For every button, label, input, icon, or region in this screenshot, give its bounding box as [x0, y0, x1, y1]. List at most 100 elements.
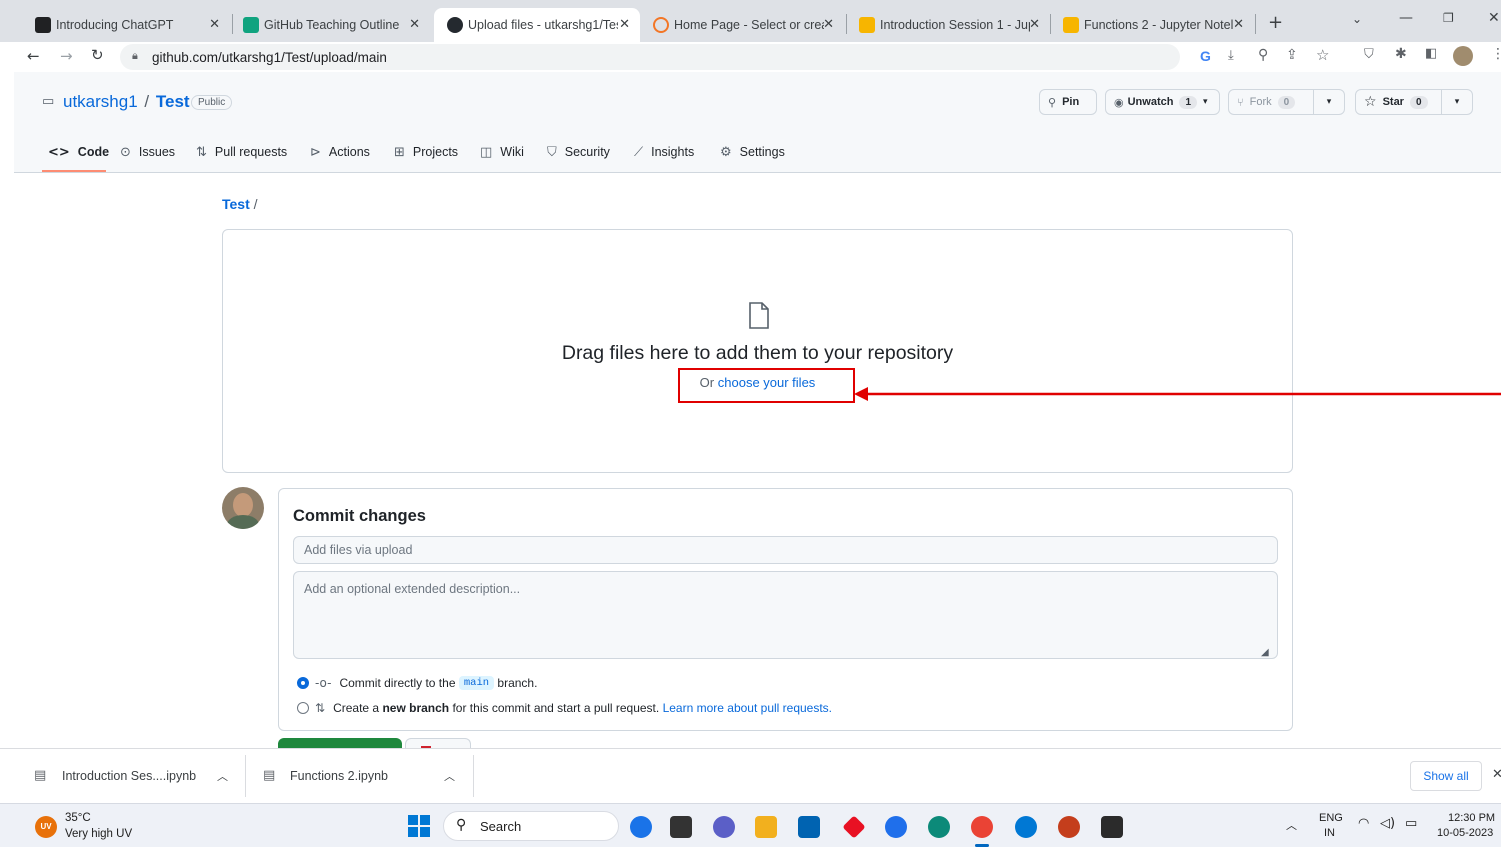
close-icon[interactable]: ✕: [209, 17, 220, 32]
pin-icon: ⚲: [1048, 95, 1057, 109]
reload-icon[interactable]: ↻: [91, 46, 104, 64]
radio-selected[interactable]: [297, 677, 309, 689]
language-region[interactable]: IN: [1324, 827, 1335, 839]
extensions-puzzle-icon[interactable]: ✱: [1395, 46, 1407, 62]
restore-icon[interactable]: ❐: [1443, 11, 1454, 25]
close-icon[interactable]: ✕: [1492, 767, 1501, 782]
radio-unselected[interactable]: [297, 702, 309, 714]
commit-summary-input[interactable]: [293, 536, 1278, 564]
commit-new-branch-option[interactable]: ⇅ Create a new branch for this commit an…: [297, 701, 832, 715]
download-item[interactable]: ▤ Introduction Ses....ipynb ︿: [0, 749, 245, 803]
install-icon[interactable]: ⤓: [1228, 48, 1234, 63]
side-panel-icon[interactable]: ◧: [1425, 46, 1437, 61]
powerpoint-icon[interactable]: [1058, 816, 1080, 838]
learn-more-link[interactable]: Learn more about pull requests.: [663, 701, 832, 715]
tab-upload-files[interactable]: Upload files - utkarshg1/Tes ✕: [434, 8, 640, 42]
tab-wiki[interactable]: ◫ Wiki: [480, 143, 524, 161]
tab-github-teaching-outline[interactable]: GitHub Teaching Outline ✕: [230, 8, 430, 42]
weather-badge[interactable]: UV: [35, 816, 57, 838]
close-window-icon[interactable]: ✕: [1488, 10, 1500, 26]
windows-start-icon[interactable]: [408, 815, 430, 837]
file-explorer-icon[interactable]: [755, 816, 777, 838]
tab-functions-2[interactable]: Functions 2 - Jupyter Notel ✕: [1050, 8, 1254, 42]
omnibox[interactable]: 🔒︎ github.com/utkarshg1/Test/upload/main…: [120, 44, 1329, 70]
file-drop-zone[interactable]: Drag files here to add them to your repo…: [222, 229, 1293, 473]
tab-code[interactable]: <> Code: [48, 143, 109, 161]
forward-icon[interactable]: →: [60, 47, 73, 65]
close-icon[interactable]: ✕: [619, 17, 630, 32]
teams-icon[interactable]: [713, 816, 735, 838]
clock-time[interactable]: 12:30 PM: [1448, 812, 1495, 824]
pin-button[interactable]: ⚲ Pin: [1039, 89, 1097, 115]
chevron-up-icon[interactable]: ︿: [217, 768, 228, 784]
share-icon[interactable]: ⇪: [1286, 47, 1298, 63]
lock-icon: 🔒︎: [132, 49, 138, 62]
zoom-icon[interactable]: ⚲: [1258, 47, 1268, 63]
fork-icon: ⑂: [1237, 95, 1244, 109]
new-tab-icon[interactable]: +: [1268, 12, 1283, 33]
commit-description-input[interactable]: [293, 571, 1278, 659]
repo-owner-link[interactable]: utkarshg1: [63, 92, 138, 111]
edge-icon[interactable]: [928, 816, 950, 838]
tab-actions[interactable]: ⊳ Actions: [310, 143, 370, 161]
tab-projects[interactable]: ⊞ Projects: [394, 143, 458, 161]
star-dropdown[interactable]: ▾: [1441, 89, 1473, 115]
tab-pull-requests[interactable]: ⇅ Pull requests: [196, 143, 287, 161]
tab-insights[interactable]: ⟋ Insights: [634, 143, 694, 161]
avatar: [222, 487, 264, 529]
volume-icon[interactable]: ◁): [1380, 816, 1395, 831]
profile-avatar[interactable]: [1453, 46, 1473, 66]
terminal-icon[interactable]: [1101, 816, 1123, 838]
chevron-up-icon[interactable]: ︿: [1286, 817, 1297, 833]
fork-dropdown[interactable]: ▾: [1313, 89, 1345, 115]
app-icon[interactable]: [842, 815, 866, 839]
close-icon[interactable]: ✕: [823, 17, 834, 32]
tab-issues[interactable]: ⊙ Issues: [120, 143, 175, 161]
chevron-up-icon[interactable]: ︿: [444, 768, 455, 784]
skype-icon[interactable]: [1015, 816, 1037, 838]
unwatch-button[interactable]: ◉ Unwatch 1 ▾: [1105, 89, 1220, 115]
gear-icon: ⚙: [720, 144, 732, 160]
clock-date[interactable]: 10-05-2023: [1437, 827, 1493, 839]
url-text[interactable]: github.com/utkarshg1/Test/upload/main: [152, 50, 387, 65]
tab-home-page[interactable]: Home Page - Select or crea ✕: [640, 8, 844, 42]
bing-icon[interactable]: [630, 816, 652, 838]
repo-name-link[interactable]: Test: [156, 92, 190, 111]
close-icon[interactable]: ✕: [409, 17, 420, 32]
weather-temp[interactable]: 35°C: [65, 812, 91, 824]
task-view-icon[interactable]: [670, 816, 692, 838]
chrome-icon[interactable]: [971, 816, 993, 838]
file-icon: ▤: [263, 768, 276, 783]
extension-shield-icon[interactable]: ⛉: [1364, 47, 1374, 62]
minimize-icon[interactable]: —: [1399, 10, 1413, 26]
breadcrumb-repo-link[interactable]: Test: [222, 196, 250, 212]
store-icon[interactable]: [798, 816, 820, 838]
tab-settings[interactable]: ⚙ Settings: [720, 143, 785, 161]
close-icon[interactable]: ✕: [1233, 17, 1244, 32]
tab-introduction-session[interactable]: Introduction Session 1 - Jup ✕: [846, 8, 1050, 42]
commit-direct-option[interactable]: -o- Commit directly to the main branch.: [297, 676, 537, 690]
show-all-button[interactable]: Show all: [1410, 761, 1482, 791]
more-menu-icon[interactable]: ⋮: [1491, 46, 1501, 62]
help-icon[interactable]: [885, 816, 907, 838]
bookmark-star-icon[interactable]: ☆: [1316, 46, 1329, 64]
tab-security[interactable]: ⛉ Security: [547, 143, 610, 161]
taskbar-search[interactable]: ⚲ Search: [443, 811, 619, 841]
tab-title: Home Page - Select or crea: [674, 18, 824, 32]
wifi-icon[interactable]: ◠: [1358, 816, 1369, 831]
option-bold-text: new branch: [382, 701, 450, 715]
weather-condition[interactable]: Very high UV: [65, 828, 132, 840]
google-icon[interactable]: G: [1200, 48, 1211, 64]
pull-request-icon: ⇅: [315, 701, 326, 715]
download-item[interactable]: ▤ Functions 2.ipynb ︿: [246, 749, 473, 803]
star-button[interactable]: ☆ Star 0: [1355, 89, 1442, 115]
back-icon[interactable]: ←: [27, 47, 40, 65]
chevron-down-icon[interactable]: ⌄: [1352, 12, 1362, 26]
drop-zone-title: Drag files here to add them to your repo…: [561, 342, 954, 364]
tab-introducing-chatgpt[interactable]: Introducing ChatGPT ✕: [22, 8, 230, 42]
resize-handle-icon[interactable]: ◢: [1261, 647, 1269, 658]
fork-button[interactable]: ⑂ Fork 0: [1228, 89, 1314, 115]
close-icon[interactable]: ✕: [1029, 17, 1040, 32]
language-code[interactable]: ENG: [1319, 812, 1343, 824]
battery-icon[interactable]: ▭: [1405, 816, 1417, 831]
